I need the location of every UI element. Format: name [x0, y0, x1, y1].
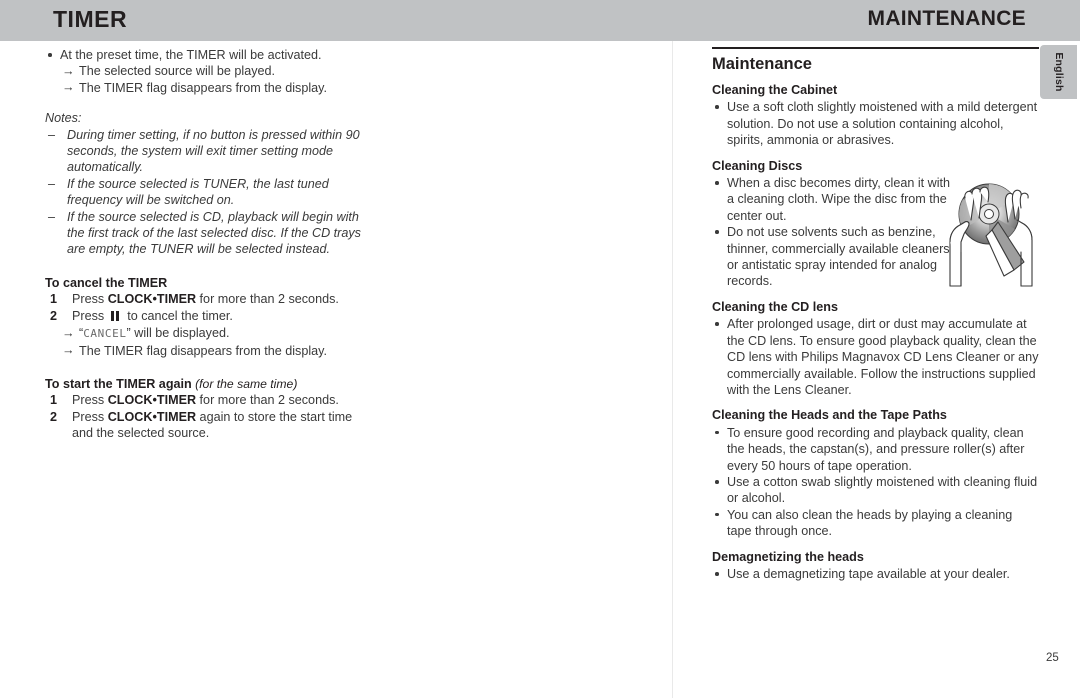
left-column: At the preset time, the TIMER will be ac…: [45, 47, 375, 442]
bullet-dot-icon: [715, 479, 719, 484]
step-2-suffix: to cancel the timer.: [123, 308, 233, 323]
note-item-2-text: If the source selected is TUNER, the las…: [67, 176, 329, 208]
cancel-timer-arrow-2: → The TIMER flag disappears from the dis…: [45, 343, 375, 359]
cleaning-discs-bullet-2-text: Do not use solvents such as benzine, thi…: [727, 225, 954, 289]
language-tab-label: English: [1052, 52, 1065, 92]
bullet-dot-icon: [715, 322, 719, 326]
bullet-dot-icon: [715, 512, 719, 517]
dash-icon: –: [48, 176, 56, 191]
step-2-prefix: Press: [72, 308, 108, 323]
cleaning-cd-lens-bullet-1-text: After prolonged usage, dirt or dust may …: [727, 317, 1039, 397]
maintenance-section-title: Maintenance: [712, 55, 812, 73]
lcd-display-text: CANCEL: [83, 327, 127, 341]
cancel-timer-arrow-1: → “CANCEL” will be displayed.: [45, 325, 375, 342]
bullet-dot-icon: [715, 105, 719, 109]
note-item-3: – If the source selected is CD, playback…: [45, 209, 375, 258]
note-item-2: – If the source selected is TUNER, the l…: [45, 176, 375, 209]
cleaning-discs-heading: Cleaning Discs: [712, 158, 803, 173]
note-item-1: – During timer setting, if no button is …: [45, 127, 375, 176]
timer-activation-arrow-1: → The selected source will be played.: [45, 63, 375, 79]
step-number: 2: [50, 409, 58, 424]
demagnetizing-bullet-1: Use a demagnetizing tape available at yo…: [712, 566, 1039, 582]
bullet-dot-icon: [715, 571, 719, 576]
cleaning-heads-bullet-3: You can also clean the heads by playing …: [712, 507, 1039, 540]
hands-cleaning-cd-illustration: [936, 178, 1044, 290]
timer-activation-arrow-2: → The TIMER flag disappears from the dis…: [45, 80, 375, 96]
pause-icon: [110, 309, 121, 325]
cleaning-cabinet-heading: Cleaning the Cabinet: [712, 83, 838, 97]
cancel-timer-heading: To cancel the TIMER: [45, 275, 168, 290]
step-1-prefix: Press: [72, 393, 108, 408]
clock-timer-key-label: CLOCK•TIMER: [107, 409, 197, 424]
cancel-timer-arrow-2-text: The TIMER flag disappears from the displ…: [79, 343, 328, 358]
arrow-right-icon: →: [62, 325, 75, 340]
column-divider: [672, 41, 673, 698]
cleaning-cabinet-bullet-1: Use a soft cloth slightly moistened with…: [712, 99, 1039, 148]
cleaning-cabinet-bullet-1-text: Use a soft cloth slightly moistened with…: [727, 100, 1038, 148]
bullet-dot-icon: [715, 230, 719, 234]
bullet-dot-icon: [48, 53, 52, 57]
notes-label: Notes:: [45, 111, 82, 126]
step-1-suffix: for more than 2 seconds.: [196, 292, 339, 307]
arrow-right-icon: →: [62, 63, 75, 78]
timer-activation-arrow-1-text: The selected source will be played.: [79, 64, 276, 79]
header-right-title: MAINTENANCE: [867, 7, 1026, 30]
bullet-dot-icon: [715, 430, 719, 435]
step-1-suffix: for more than 2 seconds.: [196, 393, 339, 408]
cleaning-heads-heading: Cleaning the Heads and the Tape Paths: [712, 408, 947, 423]
right-column: Maintenance Cleaning the Cabinet Use a s…: [712, 47, 1039, 582]
cleaning-cd-lens-heading: Cleaning the CD lens: [712, 299, 838, 314]
bullet-dot-icon: [715, 181, 719, 185]
note-item-1-text: During timer setting, if no button is pr…: [67, 127, 360, 175]
demagnetizing-bullet-1-text: Use a demagnetizing tape available at yo…: [727, 566, 1010, 581]
cancel-timer-step-2: 2 Press to cancel the timer.: [45, 308, 375, 325]
page-number: 25: [1046, 652, 1059, 664]
cleaning-heads-bullet-3-text: You can also clean the heads by playing …: [727, 507, 1013, 539]
cleaning-discs-bullet-1-text: When a disc becomes dirty, clean it with…: [727, 176, 951, 223]
language-tab-english: English: [1040, 45, 1077, 99]
cleaning-heads-bullet-2-text: Use a cotton swab slightly moistened wit…: [727, 474, 1038, 506]
step-2-prefix: Press: [72, 409, 108, 424]
restart-timer-heading-note: (for the same time): [191, 376, 298, 391]
dash-icon: –: [48, 127, 56, 142]
section-rule: [712, 47, 1039, 49]
cleaning-cd-lens-bullet-1: After prolonged usage, dirt or dust may …: [712, 316, 1039, 398]
cleaning-heads-bullet-1: To ensure good recording and playback qu…: [712, 425, 1039, 474]
clock-timer-key-label: CLOCK•TIMER: [107, 393, 197, 408]
step-number: 1: [50, 393, 58, 408]
demagnetizing-heading: Demagnetizing the heads: [712, 549, 864, 564]
restart-timer-step-1: 1 Press CLOCK•TIMER for more than 2 seco…: [45, 392, 375, 408]
step-1-prefix: Press: [72, 292, 108, 307]
cleaning-discs-bullet-2: Do not use solvents such as benzine, thi…: [712, 224, 960, 290]
timer-activation-bullet: At the preset time, the TIMER will be ac…: [45, 47, 375, 63]
restart-timer-step-2: 2 Press CLOCK•TIMER again to store the s…: [45, 409, 375, 442]
dash-icon: –: [48, 209, 56, 224]
arrow-right-icon: →: [62, 343, 75, 357]
cleaning-heads-bullet-1-text: To ensure good recording and playback qu…: [727, 425, 1025, 473]
cleaning-heads-bullet-2: Use a cotton swab slightly moistened wit…: [712, 474, 1039, 507]
cancel-timer-step-1: 1 Press CLOCK•TIMER for more than 2 seco…: [45, 291, 375, 307]
restart-timer-heading: To start the TIMER again (for the same t…: [45, 376, 375, 392]
cancel-timer-arrow-1-rest: will be displayed.: [130, 326, 230, 341]
timer-activation-arrow-2-text: The TIMER flag disappears from the displ…: [79, 80, 328, 95]
arrow-right-icon: →: [62, 80, 75, 95]
page-header-bar: TIMER MAINTENANCE: [0, 0, 1080, 41]
header-left-title: TIMER: [53, 6, 128, 32]
step-number: 2: [50, 308, 58, 323]
clock-timer-key-label: CLOCK•TIMER: [107, 292, 197, 307]
cleaning-discs-bullet-1: When a disc becomes dirty, clean it with…: [712, 175, 960, 224]
timer-activation-bullet-text: At the preset time, the TIMER will be ac…: [60, 48, 322, 62]
note-item-3-text: If the source selected is CD, playback w…: [67, 209, 361, 257]
restart-timer-heading-bold: To start the TIMER again: [45, 376, 192, 391]
step-number: 1: [50, 292, 58, 307]
